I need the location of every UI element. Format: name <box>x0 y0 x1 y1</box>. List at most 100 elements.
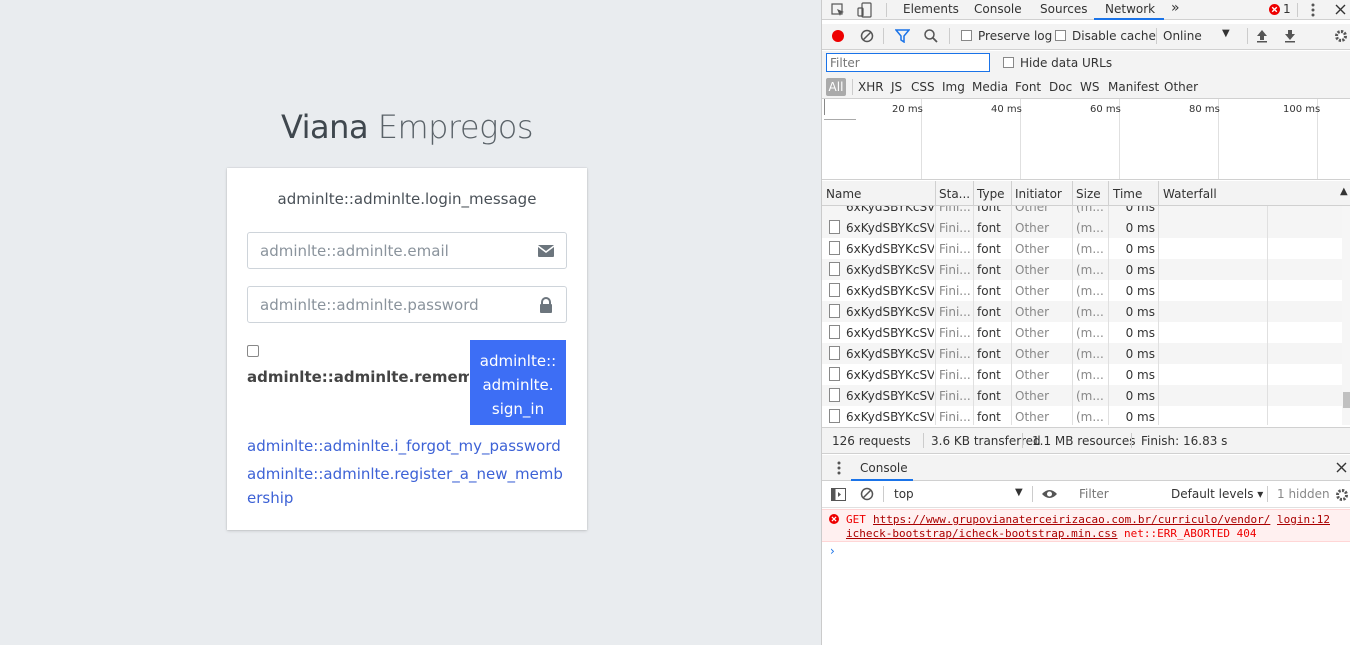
console-filter-wrap[interactable] <box>1072 485 1164 505</box>
more-tabs-button[interactable]: » <box>1171 0 1180 16</box>
table-row[interactable]: 6xKydSBYKcSV... Fini... font Other (m... 0 ms <box>822 406 1342 425</box>
clear-icon[interactable] <box>860 29 874 43</box>
drawer-header: Console <box>822 455 1350 481</box>
column-time[interactable]: Time <box>1113 187 1142 201</box>
console-filter-input[interactable] <box>1072 485 1160 503</box>
table-row[interactable]: 6xKydSBYKcSV... Fini... font Other (m... 0 ms <box>822 322 1342 343</box>
settings-gear-icon[interactable] <box>1334 29 1348 43</box>
device-toolbar-icon[interactable] <box>857 2 873 18</box>
table-row[interactable]: 6xKydSBYKcSV... Fini... font Other (m... 0 ms <box>822 259 1342 280</box>
type-filter-xhr[interactable]: XHR <box>858 80 884 94</box>
record-icon[interactable] <box>831 29 845 43</box>
table-row[interactable]: 6xKydSBYKcSV... Fini... font Other (m... 0 ms <box>822 385 1342 406</box>
error-url-link[interactable]: https://www.grupovianaterceirizacao.com.… <box>873 513 1270 526</box>
column-divider[interactable] <box>1011 181 1012 206</box>
type-filter-other[interactable]: Other <box>1164 80 1198 94</box>
inspect-element-icon[interactable] <box>831 3 845 17</box>
table-row[interactable]: 6xKydSBYKcSV... Fini... font Other (m... 0 ms <box>822 206 1342 217</box>
password-input[interactable] <box>248 287 518 322</box>
table-row[interactable]: 6xKydSBYKcSV... Fini... font Other (m... 0 ms <box>822 343 1342 364</box>
password-field[interactable] <box>247 286 567 323</box>
table-row[interactable]: 6xKydSBYKcSV... Fini... font Other (m... 0 ms <box>822 301 1342 322</box>
type-filter-img[interactable]: Img <box>942 80 965 94</box>
filter-input-wrap[interactable] <box>826 53 990 72</box>
brand-logo[interactable]: Viana Empregos <box>227 108 587 146</box>
tab-sources[interactable]: Sources <box>1040 2 1087 16</box>
column-type[interactable]: Type <box>977 187 1005 201</box>
search-icon[interactable] <box>924 29 938 43</box>
tab-console[interactable]: Console <box>974 2 1022 16</box>
table-row[interactable]: 6xKydSBYKcSV... Fini... font Other (m... 0 ms <box>822 280 1342 301</box>
type-filter-css[interactable]: CSS <box>911 80 935 94</box>
error-url-link-continued[interactable]: icheck-bootstrap/icheck-bootstrap.min.cs… <box>846 527 1118 540</box>
column-divider[interactable] <box>1108 181 1109 206</box>
request-status: Fini... <box>939 368 971 382</box>
column-divider <box>935 301 936 322</box>
filter-input[interactable] <box>827 54 987 71</box>
tab-network[interactable]: Network <box>1105 2 1155 16</box>
column-divider <box>1267 364 1268 385</box>
column-name[interactable]: Name <box>826 187 861 201</box>
column-waterfall[interactable]: Waterfall <box>1163 187 1217 201</box>
request-list-scrollbar[interactable] <box>1342 206 1350 425</box>
table-row[interactable]: 6xKydSBYKcSV... Fini... font Other (m... 0 ms <box>822 217 1342 238</box>
column-divider <box>1072 322 1073 343</box>
error-icon[interactable] <box>1269 4 1280 15</box>
type-filter-js[interactable]: JS <box>891 80 902 94</box>
disable-cache-checkbox[interactable] <box>1055 30 1066 41</box>
register-link[interactable]: adminlte::adminlte.register_a_new_member… <box>247 462 572 510</box>
type-filter-doc[interactable]: Doc <box>1049 80 1072 94</box>
file-icon <box>829 262 840 276</box>
close-drawer-icon[interactable] <box>1336 462 1347 473</box>
column-divider[interactable] <box>1072 181 1073 206</box>
type-filter-media[interactable]: Media <box>972 80 1008 94</box>
sort-ascending-icon[interactable]: ▲ <box>1340 186 1348 197</box>
close-icon[interactable] <box>1335 4 1346 15</box>
table-row[interactable]: 6xKydSBYKcSV... Fini... font Other (m... 0 ms <box>822 364 1342 385</box>
resources-size: 1.1 MB resources <box>1032 434 1136 448</box>
eye-icon[interactable] <box>1041 488 1058 500</box>
column-divider[interactable] <box>973 181 974 206</box>
preserve-log-checkbox[interactable] <box>961 30 972 41</box>
console-prompt[interactable]: › <box>830 544 835 558</box>
column-size[interactable]: Size <box>1076 187 1101 201</box>
table-row[interactable]: 6xKydSBYKcSV... Fini... font Other (m... 0 ms <box>822 238 1342 259</box>
column-divider <box>1158 280 1159 301</box>
kebab-menu-icon[interactable] <box>1311 3 1315 17</box>
tab-elements[interactable]: Elements <box>903 2 959 16</box>
column-divider[interactable] <box>1158 181 1159 206</box>
type-filter-all[interactable]: All <box>826 78 846 96</box>
sign-in-button[interactable]: adminlte:: adminlte. sign_in <box>470 340 566 425</box>
forgot-password-link[interactable]: adminlte::adminlte.i_forgot_my_password <box>247 434 561 458</box>
column-status[interactable]: Sta... <box>939 187 970 201</box>
request-size: (m... <box>1076 206 1104 214</box>
column-divider[interactable] <box>935 181 936 206</box>
drawer-tab-console[interactable]: Console <box>860 461 908 475</box>
sidebar-toggle-icon[interactable] <box>831 488 846 501</box>
toolbar-divider <box>1267 486 1268 502</box>
error-source-link[interactable]: login:12 <box>1277 513 1330 526</box>
network-overview[interactable]: 20 ms 40 ms 60 ms 80 ms 100 ms <box>822 99 1350 180</box>
context-select[interactable]: top <box>894 487 914 501</box>
clear-console-icon[interactable] <box>860 487 874 501</box>
filter-icon[interactable] <box>895 29 910 43</box>
email-input[interactable] <box>248 233 518 268</box>
throttle-select[interactable]: Online <box>1163 29 1202 43</box>
import-har-icon[interactable] <box>1256 29 1268 43</box>
type-filter-ws[interactable]: WS <box>1080 80 1099 94</box>
drawer-menu-icon[interactable] <box>837 461 841 475</box>
type-filter-manifest[interactable]: Manifest <box>1108 80 1159 94</box>
export-har-icon[interactable] <box>1284 29 1296 43</box>
email-field[interactable] <box>247 232 567 269</box>
error-count[interactable]: 1 <box>1283 2 1291 16</box>
column-divider <box>1267 406 1268 425</box>
remember-checkbox[interactable] <box>247 345 259 357</box>
hide-data-urls-checkbox[interactable] <box>1003 57 1014 68</box>
console-settings-gear-icon[interactable] <box>1335 488 1349 502</box>
log-levels-select[interactable]: Default levels ▾ <box>1171 487 1263 501</box>
scrollbar-thumb[interactable] <box>1343 392 1350 408</box>
request-status: Fini... <box>939 242 971 256</box>
column-initiator[interactable]: Initiator <box>1015 187 1062 201</box>
type-filter-font[interactable]: Font <box>1015 80 1041 94</box>
disable-cache-label: Disable cache <box>1072 29 1156 43</box>
